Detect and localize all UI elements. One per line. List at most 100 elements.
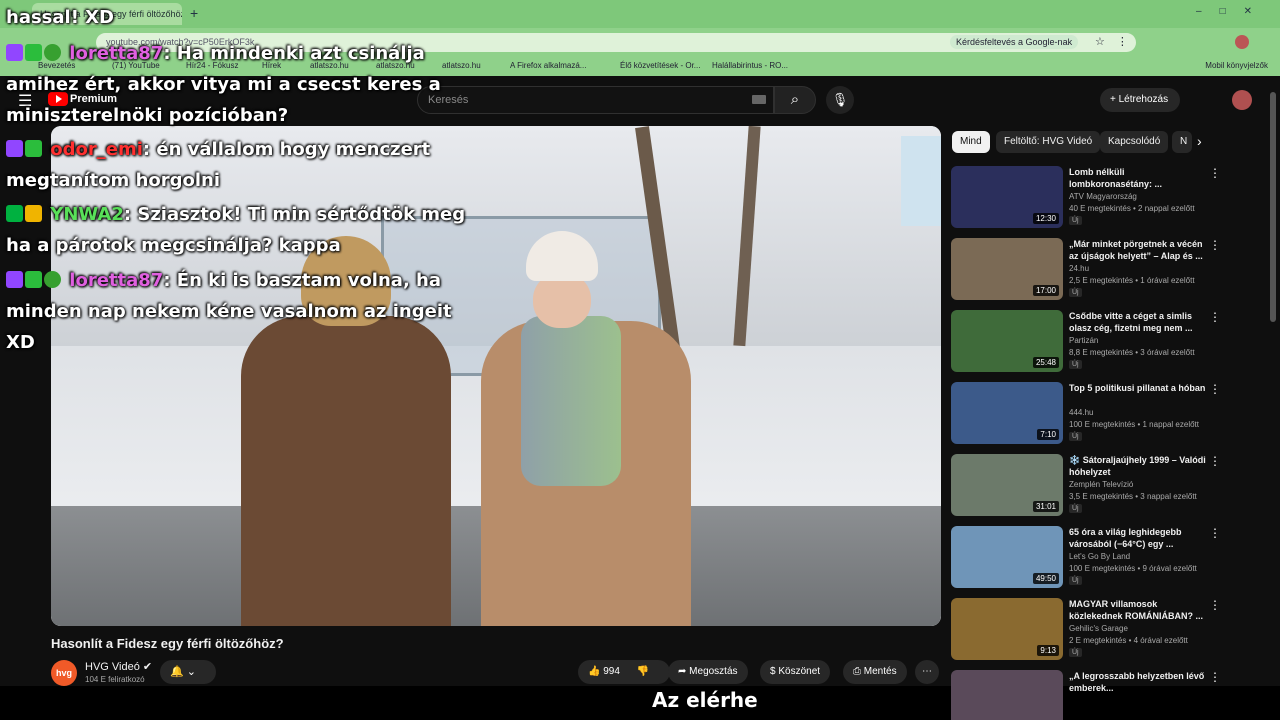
recommendation-item[interactable]: 17:00 „Már minket pörgetnek a vécén az ú… (951, 238, 1226, 302)
chat-username: loretta87 (69, 270, 164, 291)
mic-button[interactable]: 🎙 (826, 86, 854, 114)
profile-avatar[interactable] (1235, 35, 1249, 49)
recommendation-item[interactable]: 49:50 65 óra a világ leghidegebb városáb… (951, 526, 1226, 590)
channel-name[interactable]: HVG Videó ✔ (85, 660, 152, 673)
recommendation-item[interactable]: 9:13 MAGYAR villamosok közlekednek ROMÁN… (951, 598, 1226, 662)
google-lens-button[interactable]: Kérdésfeltevés a Google-nak (950, 35, 1079, 49)
twitch-icon (6, 44, 23, 61)
more-vert-icon[interactable]: ⋮ (1209, 670, 1221, 684)
like-count: 994 (603, 666, 620, 677)
recommendation-title[interactable]: „Már minket pörgetnek a vécén az újságok… (1069, 238, 1207, 262)
reporter-scarf (521, 316, 621, 486)
chevron-down-icon: ⌄ (186, 666, 196, 678)
bookmark-item[interactable]: Élő közvetítések - Or... (620, 61, 700, 70)
window-controls[interactable]: –□✕ (1196, 6, 1270, 17)
video-thumbnail[interactable] (951, 670, 1063, 720)
sub-badge-icon (25, 44, 42, 61)
video-thumbnail[interactable]: 25:48 (951, 310, 1063, 372)
video-duration: 7:10 (1037, 429, 1059, 440)
recommendation-meta: 100 E megtekintés • 1 nappal ezelőtt (1069, 420, 1199, 429)
chat-username: loretta87 (69, 43, 164, 64)
create-button[interactable]: + Létrehozás (1100, 88, 1180, 112)
recommendation-meta: 40 E megtekintés • 2 nappal ezelőtt (1069, 204, 1195, 213)
new-badge: Új (1069, 288, 1082, 297)
keyboard-icon[interactable] (752, 95, 766, 104)
recommendation-title[interactable]: Top 5 politikusi pillanat a hóban (1069, 382, 1207, 406)
recommendation-title[interactable]: 65 óra a világ leghidegebb városából (−6… (1069, 526, 1207, 550)
chip-related[interactable]: Kapcsolódó (1100, 131, 1169, 153)
chat-message: loretta87: Ha mindenki azt csinálja amih… (6, 38, 466, 131)
recommendation-title[interactable]: ❄️ Sátoraljaújhely 1999 – Valódi hóhelyz… (1069, 454, 1207, 478)
recommendation-channel[interactable]: Partizán (1069, 336, 1098, 345)
bookmark-star-icon[interactable]: ☆⋮ (1095, 35, 1140, 48)
video-duration: 25:48 (1032, 357, 1059, 368)
recommendation-title[interactable]: Csődbe vitte a céget a simlis olasz cég,… (1069, 310, 1207, 334)
recommendation-title[interactable]: „A legrosszabb helyzetben lévő emberek..… (1069, 670, 1207, 694)
video-thumbnail[interactable]: 49:50 (951, 526, 1063, 588)
search-input[interactable]: Keresés (417, 86, 774, 114)
more-vert-icon[interactable]: ⋮ (1209, 310, 1221, 324)
channel-avatar[interactable]: hvg (51, 660, 77, 686)
twitch-icon (6, 271, 23, 288)
recommendation-item[interactable]: 12:30 Lomb nélküli lombkoronasétány: ...… (951, 166, 1226, 230)
more-vert-icon[interactable]: ⋮ (1209, 526, 1221, 540)
thanks-button[interactable]: $ Köszönet (760, 660, 831, 684)
new-badge: Új (1069, 216, 1082, 225)
scrollbar[interactable] (1270, 92, 1276, 322)
recommendation-channel[interactable]: 24.hu (1069, 264, 1089, 273)
twitch-icon (6, 140, 23, 157)
thumbs-up-icon: 👍 (588, 666, 601, 677)
video-duration: 17:00 (1032, 285, 1059, 296)
screen: Hasonlít a Fidesz egy férfi öltözőhöz? +… (0, 0, 1280, 720)
notification-button[interactable]: 🔔 ⌄ (160, 660, 216, 684)
more-actions-button[interactable]: ⋯ (915, 660, 939, 684)
subscriber-count: 104 E feliratkozó (85, 675, 145, 684)
chevron-right-icon[interactable]: › (1197, 133, 1202, 149)
recommendation-channel[interactable]: Let's Go By Land (1069, 552, 1130, 561)
bookmark-item[interactable]: A Firefox alkalmazá... (510, 61, 586, 70)
recommendation-item[interactable]: 25:48 Csődbe vitte a céget a simlis olas… (951, 310, 1226, 374)
chat-message: loretta87: Én ki is basztam volna, ha mi… (6, 265, 466, 358)
video-thumbnail[interactable]: 7:10 (951, 382, 1063, 444)
video-duration: 9:13 (1037, 645, 1059, 656)
chat-username: odor_emi (50, 139, 143, 160)
recommendation-item[interactable]: 7:10 Top 5 politikusi pillanat a hóban 4… (951, 382, 1226, 446)
more-vert-icon[interactable]: ⋮ (1209, 454, 1221, 468)
recommendation-meta: 2 E megtekintés • 4 órával ezelőtt (1069, 636, 1188, 645)
recommendation-item[interactable]: „A legrosszabb helyzetben lévő emberek..… (951, 670, 1226, 720)
new-badge: Új (1069, 648, 1082, 657)
filter-chips: Mind Feltöltő: HVG Videó Kapcsolódó N › (952, 131, 1252, 153)
video-thumbnail[interactable]: 17:00 (951, 238, 1063, 300)
verified-icon: ✔ (142, 661, 153, 673)
video-thumbnail[interactable]: 12:30 (951, 166, 1063, 228)
search-button[interactable]: ⌕ (774, 86, 816, 114)
new-badge: Új (1069, 576, 1082, 585)
video-thumbnail[interactable]: 9:13 (951, 598, 1063, 660)
more-vert-icon[interactable]: ⋮ (1209, 238, 1221, 252)
new-badge: Új (1069, 432, 1082, 441)
chip-more[interactable]: N (1172, 131, 1192, 153)
more-vert-icon[interactable]: ⋮ (1209, 166, 1221, 180)
recommendation-channel[interactable]: ATV Magyarország (1069, 192, 1137, 201)
recommendation-item[interactable]: 31:01 ❄️ Sátoraljaújhely 1999 – Valódi h… (951, 454, 1226, 518)
recommendation-title[interactable]: MAGYAR villamosok közlekednek ROMÁNIÁBAN… (1069, 598, 1207, 622)
chip-uploader[interactable]: Feltöltő: HVG Videó (996, 131, 1101, 153)
user-avatar[interactable] (1232, 90, 1252, 110)
new-badge: Új (1069, 504, 1082, 513)
recommendation-meta: 8,8 E megtekintés • 3 órával ezelőtt (1069, 348, 1195, 357)
save-button[interactable]: ⎙ Mentés (843, 660, 907, 684)
like-button[interactable]: 👍 994 👎 (578, 660, 670, 684)
more-vert-icon[interactable]: ⋮ (1209, 382, 1221, 396)
recommendation-channel[interactable]: Gehilic's Garage (1069, 624, 1128, 633)
chip-all[interactable]: Mind (952, 131, 990, 153)
more-vert-icon[interactable]: ⋮ (1209, 598, 1221, 612)
mobile-bookmarks[interactable]: Mobil könyvjelzők (1205, 61, 1268, 70)
crown-badge-icon (25, 205, 42, 222)
bookmark-item[interactable]: Halállabirintus - RO... (712, 61, 788, 70)
recommendation-channel[interactable]: 444.hu (1069, 408, 1093, 417)
share-button[interactable]: ➦ Megosztás (668, 660, 748, 684)
thumbs-down-icon[interactable]: 👎 (637, 666, 649, 677)
video-thumbnail[interactable]: 31:01 (951, 454, 1063, 516)
recommendation-title[interactable]: Lomb nélküli lombkoronasétány: ... (1069, 166, 1207, 190)
recommendation-channel[interactable]: Zemplén Televízió (1069, 480, 1133, 489)
